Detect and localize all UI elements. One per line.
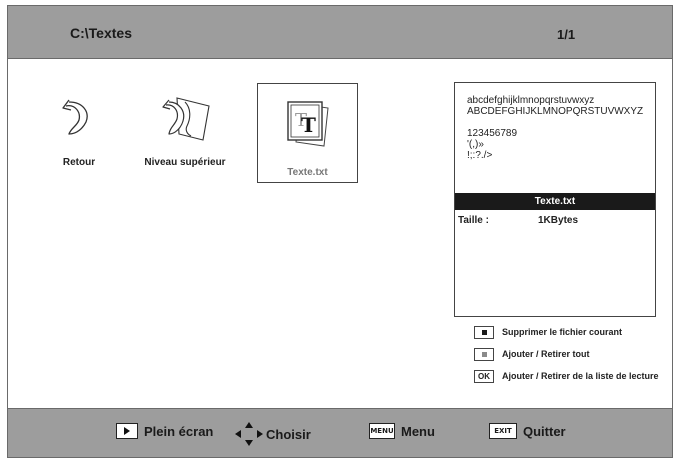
file-size-value: 1KBytes	[538, 215, 579, 226]
exit-key-icon: EXIT	[489, 423, 517, 439]
back-label: Retour	[62, 157, 96, 168]
menu-hint[interactable]: MENU Menu	[369, 423, 435, 439]
quit-label: Quitter	[523, 423, 566, 439]
fullscreen-hint[interactable]: Plein écran	[116, 423, 213, 439]
preview-filename: Texte.txt	[455, 193, 655, 210]
back-item[interactable]: Retour	[44, 94, 114, 168]
page-indicator: 1/1	[557, 27, 576, 42]
menu-key-icon: MENU	[369, 423, 395, 439]
file-label: Texte.txt	[287, 167, 328, 178]
parent-folder-item[interactable]: Niveau supérieur	[130, 94, 240, 168]
fullscreen-label: Plein écran	[144, 423, 214, 439]
file-size-row: Taille : 1KBytes	[458, 215, 578, 226]
play-icon	[116, 423, 138, 439]
direction-arrows-icon	[235, 422, 263, 446]
media-browser-window: C:\Textes 1/1 Retour Niveau supérieur T …	[7, 5, 673, 458]
file-item-texte[interactable]: T T Texte.txt	[257, 83, 358, 183]
parent-folder-label: Niveau supérieur	[144, 157, 226, 168]
preview-line: 123456789	[467, 128, 518, 139]
grey-key-icon	[474, 348, 494, 361]
ok-key-icon: OK	[474, 370, 494, 383]
choose-hint[interactable]: Choisir	[234, 421, 311, 447]
preview-line: !;:?./>	[467, 150, 493, 161]
parent-folder-icon	[162, 97, 210, 141]
file-preview-panel: abcdefghijklmnopqrstuvwxyz ABCDEFGHIJKLM…	[454, 82, 656, 317]
file-size-label: Taille :	[458, 215, 489, 226]
quit-hint[interactable]: EXIT Quitter	[489, 423, 566, 439]
current-path: C:\Textes	[70, 25, 132, 41]
legend-delete-text: Supprimer le fichier courant	[502, 327, 623, 337]
menu-label: Menu	[401, 423, 435, 439]
black-key-icon	[474, 326, 494, 339]
footer-bar: Plein écran Choisir MENU Menu EXIT Quitt…	[8, 408, 672, 457]
header-bar: C:\Textes 1/1	[8, 6, 672, 59]
preview-sample-text: abcdefghijklmnopqrstuvwxyz ABCDEFGHIJKLM…	[467, 95, 643, 161]
preview-line: '(,)»	[467, 139, 484, 150]
choose-label: Choisir	[266, 426, 311, 442]
preview-line: abcdefghijklmnopqrstuvwxyz	[467, 95, 595, 106]
svg-text:T: T	[301, 113, 316, 137]
preview-line: ABCDEFGHIJKLMNOPQRSTUVWXYZ	[467, 106, 644, 117]
legend-add-remove-all-text: Ajouter / Retirer tout	[502, 349, 590, 359]
text-file-icon: T T	[286, 101, 329, 147]
legend-playlist-text: Ajouter / Retirer de la liste de lecture	[502, 371, 659, 381]
return-arrow-icon	[62, 99, 88, 135]
